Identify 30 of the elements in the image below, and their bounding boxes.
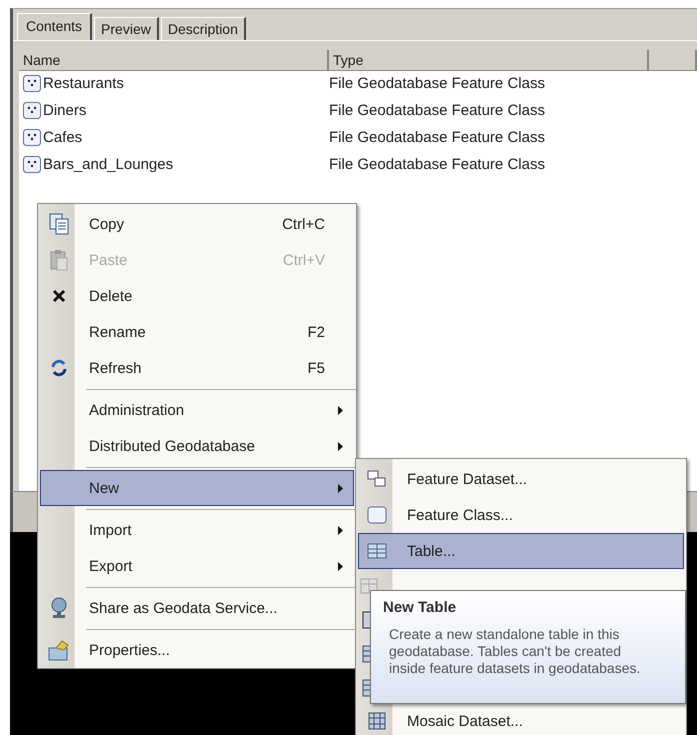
item-type: File Geodatabase Feature Class (329, 102, 546, 119)
menu-item[interactable]: Share as Geodata Service... (40, 590, 354, 626)
item-name[interactable]: Restaurants (43, 75, 124, 92)
tab[interactable]: Contents (17, 13, 92, 40)
menu-item[interactable]: Feature Class... (358, 497, 684, 533)
menu-item[interactable]: Mosaic Dataset... (358, 705, 684, 735)
menu-item[interactable]: New (40, 470, 354, 506)
item-type: File Geodatabase Feature Class (329, 156, 546, 173)
tooltip-text: Create a new standalone table in this geodatabase. Tables can't be created inside feature datasets in geodatabases. (388, 626, 642, 677)
column-header[interactable]: Type (329, 50, 649, 71)
tab[interactable]: Description (160, 17, 246, 40)
menu-item[interactable]: Delete (40, 278, 354, 314)
menu-item[interactable]: Properties... (40, 632, 354, 668)
item-type: File Geodatabase Feature Class (329, 75, 546, 92)
item-name[interactable]: Cafes (43, 129, 82, 146)
menu-item[interactable]: Distributed Geodatabase (40, 428, 354, 464)
menu-item[interactable]: Administration (40, 392, 354, 428)
menu-item[interactable]: Table... (358, 533, 684, 569)
menu-item[interactable]: Export (40, 548, 354, 584)
menu-item[interactable]: Import (40, 512, 354, 548)
menu-item[interactable]: Copy Ctrl+C (40, 206, 354, 242)
tab[interactable]: Preview (94, 17, 159, 40)
item-name[interactable]: Bars_and_Lounges (43, 156, 174, 173)
tooltip-title: New Table (383, 599, 458, 616)
item-type: File Geodatabase Feature Class (329, 129, 546, 146)
item-name[interactable]: Diners (43, 102, 86, 119)
menu-item[interactable]: Feature Dataset... (358, 461, 684, 497)
column-header[interactable]: Name (19, 50, 329, 71)
menu-item[interactable]: Refresh F5 (40, 350, 354, 386)
menu-item[interactable]: Rename F2 (40, 314, 354, 350)
